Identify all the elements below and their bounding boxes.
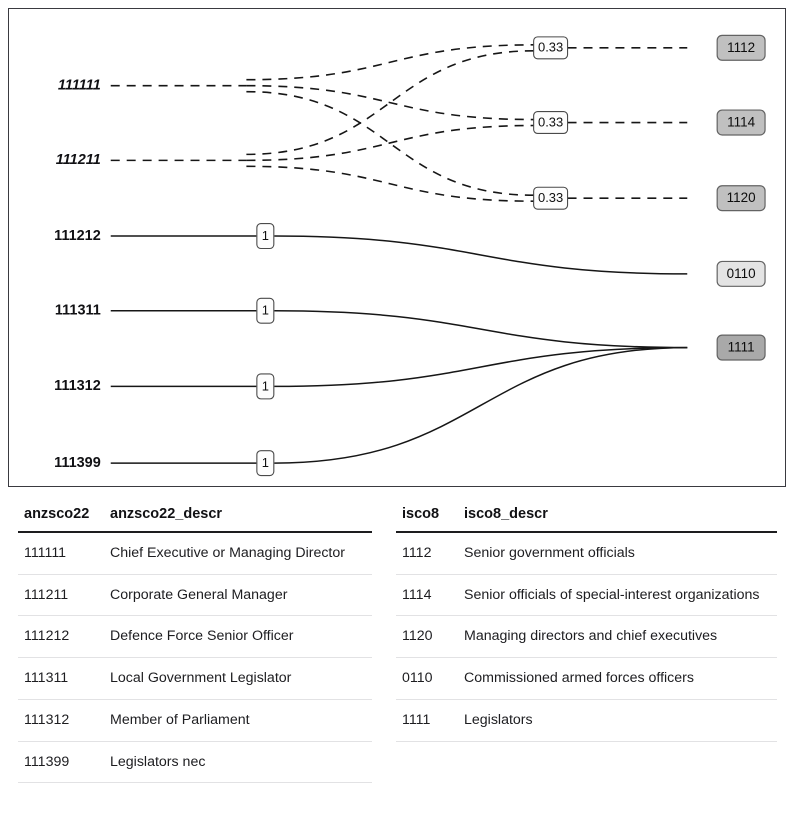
crosswalk-diagram-svg: 0.330.330.331111 11111111121111121211131…	[54, 34, 766, 477]
edge-weight-value: 0.33	[538, 40, 563, 55]
cell-description: Commissioned armed forces officers	[458, 657, 777, 700]
target-node-label: 1112	[727, 40, 755, 55]
target-node-1112: 1112	[716, 34, 766, 61]
cell-description: Chief Executive or Managing Director	[104, 532, 372, 575]
cell-description: Member of Parliament	[104, 699, 372, 742]
edge-weight-value: 1	[262, 378, 269, 393]
table-row: 1114 Senior officials of special-interest…	[396, 574, 777, 617]
source-label-111312: 111312	[54, 378, 101, 394]
source-label-111211: 111211	[56, 152, 101, 168]
crosswalk-diagram-panel: 0.33 0.33 0.33 1 1 1 1 111111 111211 111212 11131…	[8, 8, 786, 487]
table-row: 0110 Commissioned armed forces officers	[396, 657, 777, 700]
target-node-1111: 1111	[716, 334, 766, 361]
cell-description: Senior government officials	[458, 532, 777, 575]
cell-description: Managing directors and chief executives	[458, 615, 777, 659]
table-row: 111211 Corporate General Manager	[18, 574, 372, 617]
cell-code: 111211	[18, 574, 104, 617]
table-row: 111212 Defence Force Senior Officer	[18, 615, 372, 659]
edge-weight-value: 1	[262, 228, 269, 243]
page-root: 0.33 0.33 0.33 1 1 1 1 111111 111211 111212 11131…	[0, 0, 795, 833]
cell-description: Corporate General Manager	[104, 574, 372, 617]
edge-weight-value: 0.33	[538, 114, 563, 129]
edge-weight-label: 0.33	[533, 186, 569, 210]
anzsco-table-block: anzsco22 anzsco22_descr 111111 Chief Exec…	[0, 500, 384, 784]
table-row: 111111 Chief Executive or Managing Direct…	[18, 532, 372, 575]
flow-link-solid	[274, 235, 688, 275]
table-row: 1112 Senior government officials	[396, 532, 777, 575]
target-node-label: 1111	[728, 340, 755, 355]
column-header-isco8: isco8	[396, 500, 458, 533]
edge-weight-label: 0.33	[533, 111, 569, 135]
cell-code: 1112	[396, 532, 458, 575]
cell-code: 1114	[396, 574, 458, 617]
edge-weight-label: 0.33	[533, 36, 569, 60]
source-label-111311: 111311	[55, 303, 101, 319]
column-header-isco8-descr: isco8_descr	[458, 500, 777, 533]
edge-weight-label: 1	[256, 373, 275, 400]
edge-weight-label: 1	[256, 297, 275, 324]
cell-description: Legislators nec	[104, 741, 372, 784]
column-header-anzsco22-descr: anzsco22_descr	[104, 500, 372, 533]
cell-description: Senior officials of special-interest org…	[458, 574, 777, 617]
edge-label-layer: 0.33 0.33 0.33 1 1 1 1	[256, 36, 569, 477]
source-label-111399: 111399	[54, 455, 101, 471]
target-node-label: 1114	[727, 115, 755, 130]
column-header-anzsco22: anzsco22	[18, 500, 104, 533]
isco-table-block: isco8 isco8_descr 1112 Senior government …	[384, 500, 795, 742]
cell-code: 111399	[18, 741, 104, 784]
target-node-1120: 1120	[716, 185, 766, 212]
cell-description: Legislators	[458, 699, 777, 742]
flow-link-dashed	[246, 165, 534, 202]
table-row: 1111 Legislators	[396, 699, 777, 742]
flow-link-solid	[274, 309, 688, 349]
target-node-layer: 1112 1114 1120 0110 1111	[716, 34, 766, 361]
edge-weight-value: 1	[262, 455, 269, 470]
edge-weight-label: 1	[256, 450, 275, 477]
cell-code: 111311	[18, 657, 104, 700]
edge-weight-label: 1	[256, 223, 275, 250]
target-node-label: 1120	[727, 190, 756, 205]
flow-link-dashed	[246, 84, 534, 121]
source-label-111212: 111212	[54, 228, 101, 244]
flow-link-dashed	[246, 44, 534, 81]
anzsco-table: anzsco22 anzsco22_descr 111111 Chief Exec…	[18, 500, 372, 784]
flow-link-dashed	[246, 124, 534, 162]
table-row: 1120 Managing directors and chief executi…	[396, 615, 777, 659]
table-row: 111312 Member of Parliament	[18, 699, 372, 742]
isco-table: isco8 isco8_descr 1112 Senior government …	[396, 500, 777, 742]
cell-code: 1120	[396, 615, 458, 659]
lookup-tables: anzsco22 anzsco22_descr 111111 Chief Exec…	[0, 500, 795, 833]
source-label-111111: 111111	[58, 77, 101, 93]
target-node-label: 0110	[727, 266, 756, 281]
cell-code: 111111	[18, 532, 104, 575]
target-node-1114: 1114	[716, 109, 766, 136]
source-label-layer: 111111 111211 111212 111311 111312 111399	[54, 77, 101, 470]
cell-code: 0110	[396, 657, 458, 700]
table-row: 111311 Local Government Legislator	[18, 657, 372, 700]
isco-table-body: 1112 Senior government officials 1114 Senio…	[396, 532, 777, 742]
table-header-row: anzsco22 anzsco22_descr	[18, 500, 372, 533]
cell-code: 111212	[18, 615, 104, 659]
flow-link-solid	[274, 346, 688, 464]
table-header-row: isco8 isco8_descr	[396, 500, 777, 533]
edge-weight-value: 0.33	[538, 190, 563, 205]
target-node-0110: 0110	[716, 260, 766, 287]
cell-code: 111312	[18, 699, 104, 742]
edge-weight-value: 1	[262, 303, 269, 318]
cell-description: Local Government Legislator	[104, 657, 372, 700]
flow-link-solid	[274, 346, 688, 388]
anzsco-table-body: 111111 Chief Executive or Managing Direct…	[18, 532, 372, 784]
flow-layer	[110, 44, 688, 464]
cell-code: 1111	[396, 699, 458, 742]
table-row: 111399 Legislators nec	[18, 741, 372, 784]
cell-description: Defence Force Senior Officer	[104, 615, 372, 659]
